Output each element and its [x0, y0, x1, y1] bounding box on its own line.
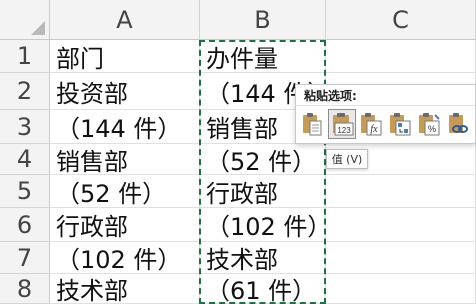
column-header-a[interactable]: A [50, 0, 200, 40]
cell-b4[interactable]: （52 件） [200, 144, 326, 175]
row-header-3[interactable]: 3 [0, 110, 50, 144]
select-all-corner[interactable] [0, 0, 50, 40]
cell-c8[interactable] [326, 274, 476, 304]
paste-transpose-icon [390, 113, 411, 136]
cell-a7[interactable]: （102 件） [50, 242, 200, 274]
formatting-label: % [428, 124, 436, 134]
spreadsheet-grid: A B C 1 2 3 4 5 6 7 8 部门 投资部 （144 件） 销售部… [0, 0, 476, 304]
paste-options-popup: 粘贴选项: 123 fx % [295, 84, 476, 144]
paste-link-icon [449, 113, 468, 133]
column-header-c[interactable]: C [326, 0, 476, 40]
cell-c1[interactable] [326, 40, 476, 73]
row-header-5[interactable]: 5 [0, 175, 50, 208]
cell-a6[interactable]: 行政部 [50, 208, 200, 242]
cell-b6[interactable]: （102 件） [200, 208, 326, 242]
paste-icon [303, 113, 322, 136]
cell-a1[interactable]: 部门 [50, 40, 200, 73]
values-label: 123 [337, 126, 351, 135]
select-all-triangle-icon [31, 21, 45, 35]
paste-formatting-button[interactable]: % [415, 109, 443, 139]
paste-link-button[interactable] [444, 109, 472, 139]
cell-a4[interactable]: 销售部 [50, 144, 200, 175]
cell-c6[interactable] [326, 208, 476, 242]
paste-values-icon: 123 [333, 113, 354, 136]
row-header-6[interactable]: 6 [0, 208, 50, 242]
paste-options-title: 粘贴选项: [304, 89, 357, 103]
row-header-1[interactable]: 1 [0, 40, 50, 73]
row-header-7[interactable]: 7 [0, 242, 50, 274]
cell-a3[interactable]: （144 件） [50, 110, 200, 144]
cell-b7[interactable]: 技术部 [200, 242, 326, 274]
formulas-label: fx [370, 124, 378, 135]
paste-button[interactable] [299, 109, 327, 139]
cell-b1[interactable]: 办件量 [200, 40, 326, 73]
paste-values-button[interactable]: 123 [328, 109, 356, 139]
cell-c5[interactable] [326, 175, 476, 208]
paste-formatting-icon: % [419, 113, 440, 136]
cell-c7[interactable] [326, 242, 476, 274]
cell-a8[interactable]: 技术部 [50, 274, 200, 304]
cell-b5[interactable]: 行政部 [200, 175, 326, 208]
paste-formulas-icon: fx [361, 113, 382, 136]
cell-a2[interactable]: 投资部 [50, 73, 200, 110]
popup-divider [296, 105, 475, 106]
paste-transpose-button[interactable] [386, 109, 414, 139]
cell-a5[interactable]: （52 件） [50, 175, 200, 208]
row-header-8[interactable]: 8 [0, 274, 50, 304]
row-header-4[interactable]: 4 [0, 144, 50, 175]
paste-formulas-button[interactable]: fx [357, 109, 385, 139]
row-header-2[interactable]: 2 [0, 73, 50, 110]
paste-values-tooltip: 值 (V) [326, 149, 368, 169]
column-header-b[interactable]: B [200, 0, 326, 40]
cell-b8[interactable]: （61 件） [200, 274, 326, 304]
